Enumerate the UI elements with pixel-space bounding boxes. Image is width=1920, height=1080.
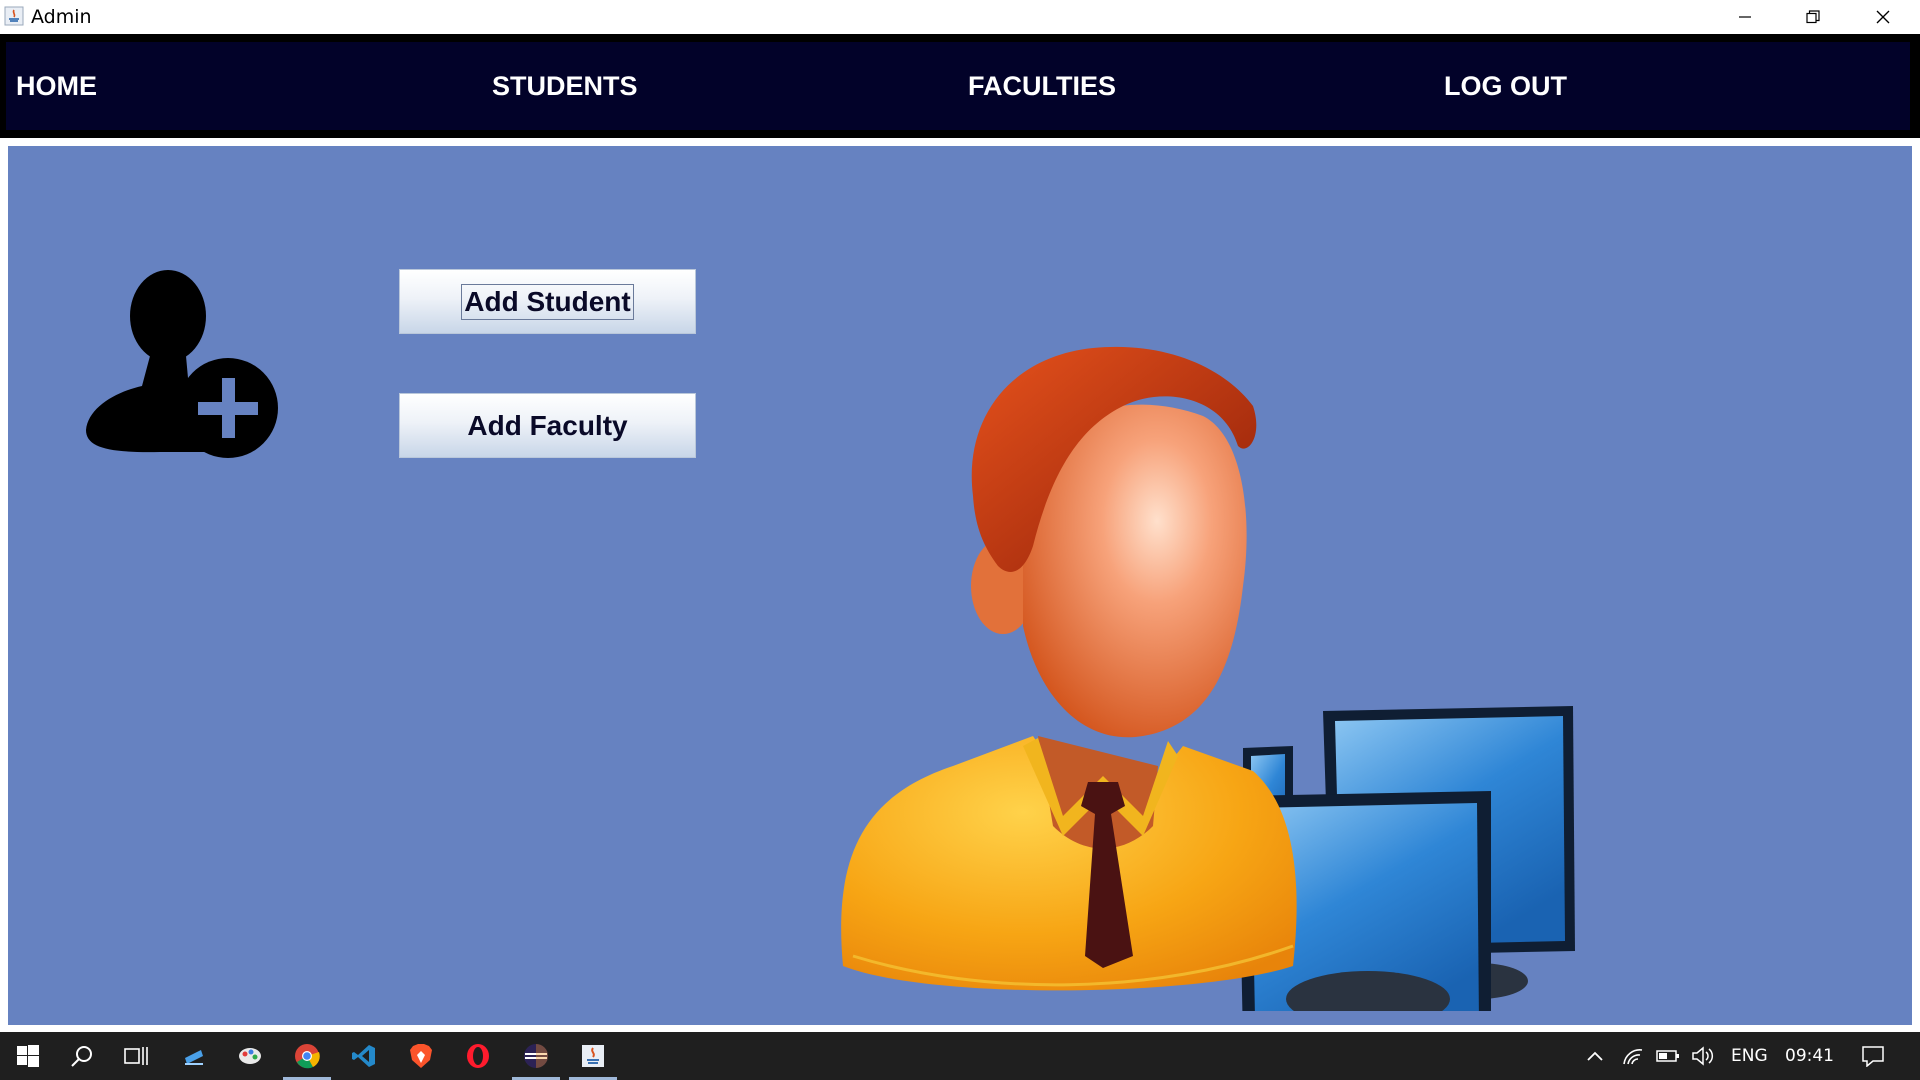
taskbar-vscode[interactable] xyxy=(336,1032,392,1080)
chevron-up-icon xyxy=(1587,1051,1603,1061)
brave-icon xyxy=(410,1044,432,1068)
restore-icon xyxy=(1806,10,1820,24)
windows-icon xyxy=(17,1045,39,1067)
add-student-label: Add Student xyxy=(461,283,634,320)
paint-icon xyxy=(239,1048,261,1064)
restore-button[interactable] xyxy=(1778,0,1848,34)
java-app-icon xyxy=(4,6,24,26)
taskbar-opera[interactable] xyxy=(450,1032,506,1080)
taskbar: ENG 09:41 xyxy=(0,1032,1920,1080)
search-icon xyxy=(71,1046,92,1067)
java-icon xyxy=(582,1045,604,1067)
clock[interactable]: 09:41 xyxy=(1785,1032,1834,1080)
search-button[interactable] xyxy=(54,1032,110,1080)
add-faculty-button[interactable]: Add Faculty xyxy=(399,393,696,458)
volume-button[interactable] xyxy=(1675,1032,1731,1080)
speaker-icon xyxy=(1692,1046,1714,1066)
taskbar-app-2[interactable] xyxy=(222,1032,278,1080)
app-window-icon xyxy=(185,1050,203,1065)
navigation-bar: HOME STUDENTS FACULTIES LOG OUT xyxy=(0,34,1920,138)
eclipse-icon xyxy=(524,1044,548,1068)
add-faculty-label: Add Faculty xyxy=(467,409,628,441)
window-title: Admin xyxy=(31,6,92,28)
close-icon xyxy=(1876,10,1890,24)
minimize-button[interactable] xyxy=(1710,0,1780,34)
nav-logout[interactable]: LOG OUT xyxy=(1444,42,1567,130)
add-student-button[interactable]: Add Student xyxy=(399,269,696,334)
taskbar-eclipse[interactable] xyxy=(508,1032,564,1080)
taskbar-app-1[interactable] xyxy=(166,1032,222,1080)
nav-students[interactable]: STUDENTS xyxy=(492,42,638,130)
minimize-icon xyxy=(1739,16,1751,18)
notification-icon xyxy=(1862,1046,1884,1067)
close-button[interactable] xyxy=(1848,0,1918,34)
navigation-bar-inner: HOME STUDENTS FACULTIES LOG OUT xyxy=(6,42,1910,130)
vscode-icon xyxy=(352,1045,375,1067)
chrome-icon xyxy=(295,1044,320,1069)
task-view-button[interactable] xyxy=(108,1032,164,1080)
nav-home[interactable]: HOME xyxy=(16,42,97,130)
task-view-icon xyxy=(124,1047,148,1065)
language-indicator[interactable]: ENG xyxy=(1731,1032,1768,1080)
taskbar-java[interactable] xyxy=(565,1032,621,1080)
nav-faculties[interactable]: FACULTIES xyxy=(968,42,1116,130)
action-center-button[interactable] xyxy=(1845,1032,1901,1080)
start-button[interactable] xyxy=(0,1032,56,1080)
taskbar-brave[interactable] xyxy=(393,1032,449,1080)
opera-icon xyxy=(467,1044,489,1068)
main-content: Add Student Add Faculty xyxy=(8,146,1912,1025)
add-user-icon xyxy=(86,270,278,458)
admin-illustration xyxy=(841,346,1575,1011)
title-bar: Admin xyxy=(0,0,1920,34)
taskbar-chrome[interactable] xyxy=(279,1032,335,1080)
